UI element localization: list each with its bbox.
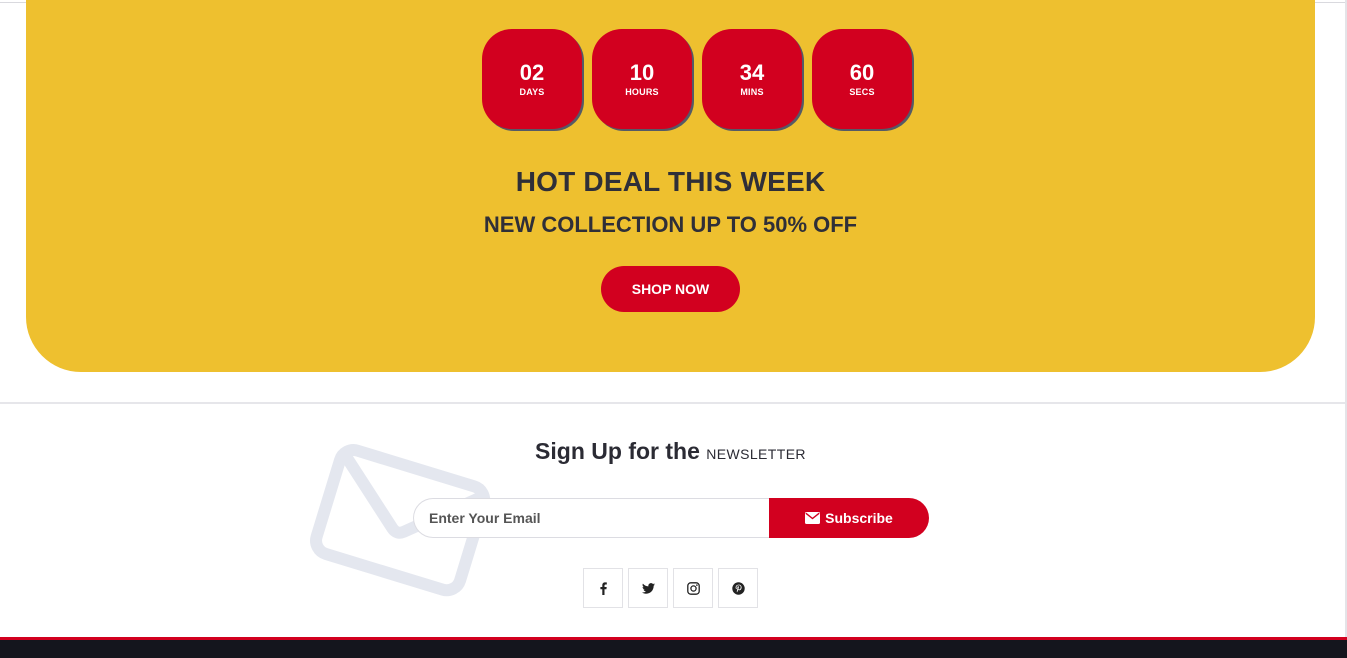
social-links [583, 568, 758, 608]
countdown-value: 60 [849, 60, 875, 85]
subscribe-label: Subscribe [825, 510, 893, 526]
subscribe-button[interactable]: Subscribe [769, 498, 929, 538]
twitter-icon [641, 582, 655, 594]
facebook-icon [599, 581, 607, 595]
deal-title: HOT DEAL THIS WEEK [515, 166, 826, 197]
countdown-value: 10 [629, 60, 655, 85]
countdown-value: 02 [519, 60, 545, 85]
section-divider [0, 402, 1345, 404]
shop-now-button[interactable]: SHOP NOW [601, 266, 740, 312]
facebook-link[interactable] [583, 568, 623, 608]
newsletter-form: Subscribe [413, 498, 929, 538]
countdown-unit: HOURS [625, 87, 659, 97]
countdown-hours: 10 HOURS [592, 29, 692, 129]
countdown-value: 34 [739, 60, 765, 85]
countdown-unit: MINS [740, 87, 764, 97]
twitter-link[interactable] [628, 568, 668, 608]
email-input[interactable] [413, 498, 769, 538]
instagram-link[interactable] [673, 568, 713, 608]
countdown-unit: SECS [849, 87, 875, 97]
pinterest-icon [731, 581, 745, 595]
instagram-icon [686, 581, 700, 595]
countdown-timer: 02 DAYS 10 HOURS 34 MINS 60 SECS [482, 29, 912, 129]
countdown-days: 02 DAYS [482, 29, 582, 129]
newsletter-title-small: NEWSLETTER [706, 446, 806, 462]
pinterest-link[interactable] [718, 568, 758, 608]
footer-bar [0, 637, 1347, 658]
newsletter-title: Sign Up for the NEWSLETTER [0, 438, 1341, 465]
newsletter-title-main: Sign Up for the [535, 438, 700, 464]
countdown-mins: 34 MINS [702, 29, 802, 129]
countdown-unit: DAYS [519, 87, 545, 97]
deal-subtitle: NEW COLLECTION UP TO 50% OFF [483, 212, 858, 237]
envelope-icon [805, 512, 821, 524]
countdown-secs: 60 SECS [812, 29, 912, 129]
